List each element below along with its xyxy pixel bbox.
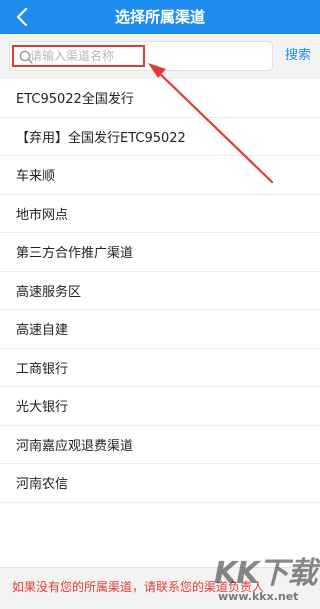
watermark-logo: KK下载 www.kkx.net <box>214 548 318 606</box>
channel-label: ETC95022全国发行 <box>16 92 134 108</box>
channel-label: 光大银行 <box>16 400 69 416</box>
channel-label: 【弃用】全国发行ETC95022 <box>16 130 186 146</box>
channel-list-item[interactable]: 地市网点 <box>0 195 320 233</box>
channel-list-item[interactable]: 光大银行 <box>0 387 320 426</box>
channel-label: 河南嘉应观退费渠道 <box>16 438 134 454</box>
channel-list-item[interactable]: 车来顺 <box>0 156 320 195</box>
top-nav-bar: 选择所属渠道 <box>0 0 320 34</box>
search-bar: 搜索 <box>0 34 320 79</box>
watermark-logo-text: KK下载 <box>214 556 317 591</box>
channel-list-item[interactable]: 【弃用】全国发行ETC95022 <box>0 118 320 156</box>
channel-list-item[interactable]: 河南嘉应观退费渠道 <box>0 426 320 464</box>
channel-label: 高速服务区 <box>16 284 82 300</box>
channel-label: 高速自建 <box>16 323 69 339</box>
channel-label: 地市网点 <box>16 207 69 223</box>
channel-list-item[interactable]: 第三方合作推广渠道 <box>0 233 320 272</box>
channel-label: 河南农信 <box>16 477 69 493</box>
channel-label: 第三方合作推广渠道 <box>16 246 134 262</box>
channel-list-item[interactable]: 工商银行 <box>0 349 320 387</box>
channel-list-item[interactable]: 高速服务区 <box>0 272 320 310</box>
search-input[interactable] <box>30 47 146 65</box>
search-button[interactable]: 搜索 <box>285 47 311 65</box>
channel-label: 工商银行 <box>16 361 69 377</box>
channel-list-item[interactable]: 河南农信 <box>0 464 320 503</box>
watermark-url: www.kkx.net <box>218 590 299 603</box>
channel-list: ETC95022全国发行【弃用】全国发行ETC95022 车来顺地市网点第三方合作… <box>0 79 320 503</box>
page-title: 选择所属渠道 <box>114 8 205 26</box>
channel-list-item[interactable]: 高速自建 <box>0 310 320 349</box>
channel-label: 车来顺 <box>16 169 56 185</box>
channel-list-item[interactable]: ETC95022全国发行 <box>0 79 320 118</box>
search-box[interactable] <box>9 41 273 71</box>
